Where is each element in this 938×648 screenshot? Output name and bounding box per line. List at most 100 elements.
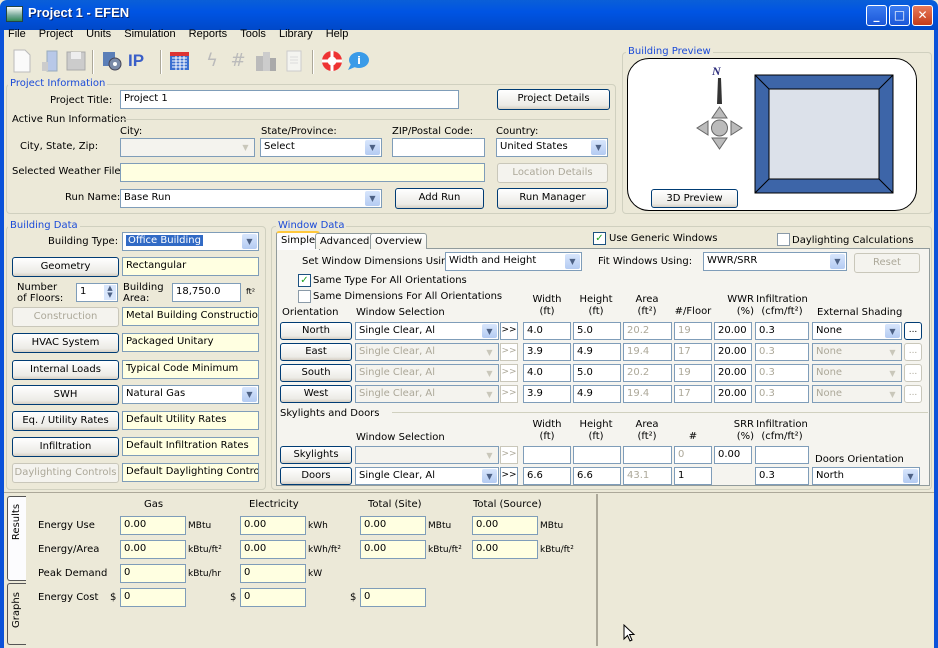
shading-ellipsis-button[interactable]: ... bbox=[904, 364, 922, 382]
3d-preview-button[interactable]: 3D Preview bbox=[651, 189, 738, 208]
doors-width-input[interactable]: 6.6 bbox=[523, 467, 571, 485]
menu-simulation[interactable]: Simulation bbox=[124, 28, 175, 40]
doors-button[interactable]: Doors bbox=[280, 467, 352, 485]
tab-advanced[interactable]: Advanced bbox=[315, 233, 375, 249]
set-dims-select[interactable]: Width and Height ▼ bbox=[445, 252, 582, 271]
window-more-button[interactable]: >> bbox=[500, 385, 518, 403]
help-lifebuoy-icon[interactable] bbox=[320, 48, 344, 74]
shading-ellipsis-button[interactable]: ... bbox=[904, 322, 922, 340]
state-select[interactable]: Select ▼ bbox=[260, 138, 382, 157]
menu-units[interactable]: Units bbox=[86, 28, 111, 40]
doors-count-input[interactable]: 1 bbox=[674, 467, 712, 485]
building-area-input[interactable]: 18,750.0 bbox=[172, 283, 241, 302]
maximize-button[interactable]: □ bbox=[889, 5, 910, 26]
window-more-button[interactable]: >> bbox=[500, 343, 518, 361]
orientation-button[interactable]: East bbox=[280, 343, 352, 361]
skylights-srr-input[interactable]: 0.00 bbox=[714, 446, 752, 464]
window-wwr-input[interactable]: 20.00 bbox=[714, 343, 752, 361]
lightning-icon[interactable]: ϟ bbox=[200, 48, 224, 74]
info-chat-icon[interactable]: i bbox=[346, 48, 370, 74]
window-width-input[interactable]: 4.0 bbox=[523, 322, 571, 340]
building-data-button[interactable]: Daylighting Controls bbox=[12, 463, 119, 483]
doors-more-button[interactable]: >> bbox=[500, 467, 518, 485]
external-shading-select[interactable]: None ▼ bbox=[812, 322, 902, 340]
shading-ellipsis-button[interactable]: ... bbox=[904, 385, 922, 403]
menu-file[interactable]: File bbox=[8, 28, 26, 40]
rotate-up-icon[interactable] bbox=[711, 106, 728, 119]
building-type-select[interactable]: Office Building ▼ bbox=[122, 232, 259, 251]
new-file-icon[interactable] bbox=[10, 48, 34, 74]
window-more-button[interactable]: >> bbox=[500, 364, 518, 382]
window-height-input[interactable]: 5.0 bbox=[573, 364, 621, 382]
doors-orientation-select[interactable]: North ▼ bbox=[812, 467, 920, 485]
shading-ellipsis-button[interactable]: ... bbox=[904, 343, 922, 361]
window-selection-select[interactable]: Single Clear, Al ▼ bbox=[355, 343, 499, 361]
window-more-button[interactable]: >> bbox=[500, 322, 518, 340]
open-icon[interactable] bbox=[38, 48, 62, 74]
settings-icon[interactable] bbox=[100, 48, 124, 74]
project-details-button[interactable]: Project Details bbox=[497, 89, 610, 110]
external-shading-select[interactable]: None ▼ bbox=[812, 343, 902, 361]
use-generic-windows-checkbox[interactable]: ✓ bbox=[593, 232, 606, 245]
menu-help[interactable]: Help bbox=[326, 28, 349, 40]
building-data-button[interactable]: Eq. / Utility Rates bbox=[12, 411, 119, 431]
skylights-height-input[interactable] bbox=[573, 446, 621, 464]
reset-button[interactable]: Reset bbox=[854, 253, 920, 273]
window-infiltration-input[interactable]: 0.3 bbox=[755, 343, 809, 361]
orientation-button[interactable]: West bbox=[280, 385, 352, 403]
window-width-input[interactable]: 3.9 bbox=[523, 385, 571, 403]
document-icon[interactable] bbox=[282, 48, 306, 74]
floors-stepper[interactable]: 1 ▲ ▼ bbox=[76, 283, 118, 302]
close-button[interactable]: ✕ bbox=[912, 5, 933, 26]
window-selection-select[interactable]: Single Clear, Al ▼ bbox=[355, 322, 499, 340]
skylights-button[interactable]: Skylights bbox=[280, 446, 352, 464]
city-select[interactable]: ▼ bbox=[120, 138, 255, 157]
window-infiltration-input[interactable]: 0.3 bbox=[755, 322, 809, 340]
building-data-button[interactable]: Internal Loads bbox=[12, 360, 119, 380]
tab-results[interactable]: Results bbox=[7, 496, 26, 581]
zip-input[interactable] bbox=[392, 138, 485, 157]
building-data-button[interactable]: Construction bbox=[12, 307, 119, 327]
doors-infiltration-input[interactable]: 0.3 bbox=[755, 467, 809, 485]
window-height-input[interactable]: 5.0 bbox=[573, 322, 621, 340]
minimize-button[interactable]: _ bbox=[866, 5, 887, 26]
skylights-infiltration-input[interactable] bbox=[755, 446, 809, 464]
save-icon[interactable] bbox=[64, 48, 88, 74]
country-select[interactable]: United States ▼ bbox=[496, 138, 608, 157]
rotate-left-icon[interactable] bbox=[696, 120, 709, 136]
stepper-arrows-icon[interactable]: ▲ ▼ bbox=[104, 285, 116, 300]
fit-windows-select[interactable]: WWR/SRR ▼ bbox=[703, 252, 847, 271]
calendar-icon[interactable] bbox=[168, 48, 192, 74]
daylighting-calculations-checkbox[interactable] bbox=[777, 233, 790, 246]
tab-overview[interactable]: Overview bbox=[370, 233, 428, 249]
skylights-selection-select[interactable]: ▼ bbox=[355, 446, 499, 464]
window-height-input[interactable]: 4.9 bbox=[573, 385, 621, 403]
window-infiltration-input[interactable]: 0.3 bbox=[755, 364, 809, 382]
skylights-width-input[interactable] bbox=[523, 446, 571, 464]
ip-units-icon[interactable]: IP bbox=[128, 48, 152, 74]
menu-reports[interactable]: Reports bbox=[189, 28, 228, 40]
window-wwr-input[interactable]: 20.00 bbox=[714, 322, 752, 340]
doors-selection-select[interactable]: Single Clear, Al ▼ bbox=[355, 467, 499, 485]
menu-project[interactable]: Project bbox=[39, 28, 73, 40]
building-data-button[interactable]: Infiltration bbox=[12, 437, 119, 457]
geometry-button[interactable]: Geometry bbox=[12, 257, 119, 277]
window-width-input[interactable]: 3.9 bbox=[523, 343, 571, 361]
menu-tools[interactable]: Tools bbox=[240, 28, 266, 40]
external-shading-select[interactable]: None ▼ bbox=[812, 385, 902, 403]
rotate-down-icon[interactable] bbox=[711, 137, 728, 150]
window-selection-select[interactable]: Single Clear, Al ▼ bbox=[355, 385, 499, 403]
rotate-right-icon[interactable] bbox=[730, 120, 743, 136]
window-width-input[interactable]: 4.0 bbox=[523, 364, 571, 382]
window-wwr-input[interactable]: 20.00 bbox=[714, 364, 752, 382]
tab-simple[interactable]: Simple bbox=[276, 231, 321, 250]
window-height-input[interactable]: 4.9 bbox=[573, 343, 621, 361]
project-title-input[interactable]: Project 1 bbox=[120, 90, 459, 109]
same-dims-checkbox[interactable] bbox=[298, 290, 311, 303]
location-details-button[interactable]: Location Details bbox=[497, 163, 608, 183]
doors-height-input[interactable]: 6.6 bbox=[573, 467, 621, 485]
add-run-button[interactable]: Add Run bbox=[395, 188, 484, 209]
building-data-button[interactable]: SWH bbox=[12, 385, 119, 405]
tab-graphs[interactable]: Graphs bbox=[7, 583, 26, 645]
reset-view-icon[interactable] bbox=[711, 119, 728, 137]
